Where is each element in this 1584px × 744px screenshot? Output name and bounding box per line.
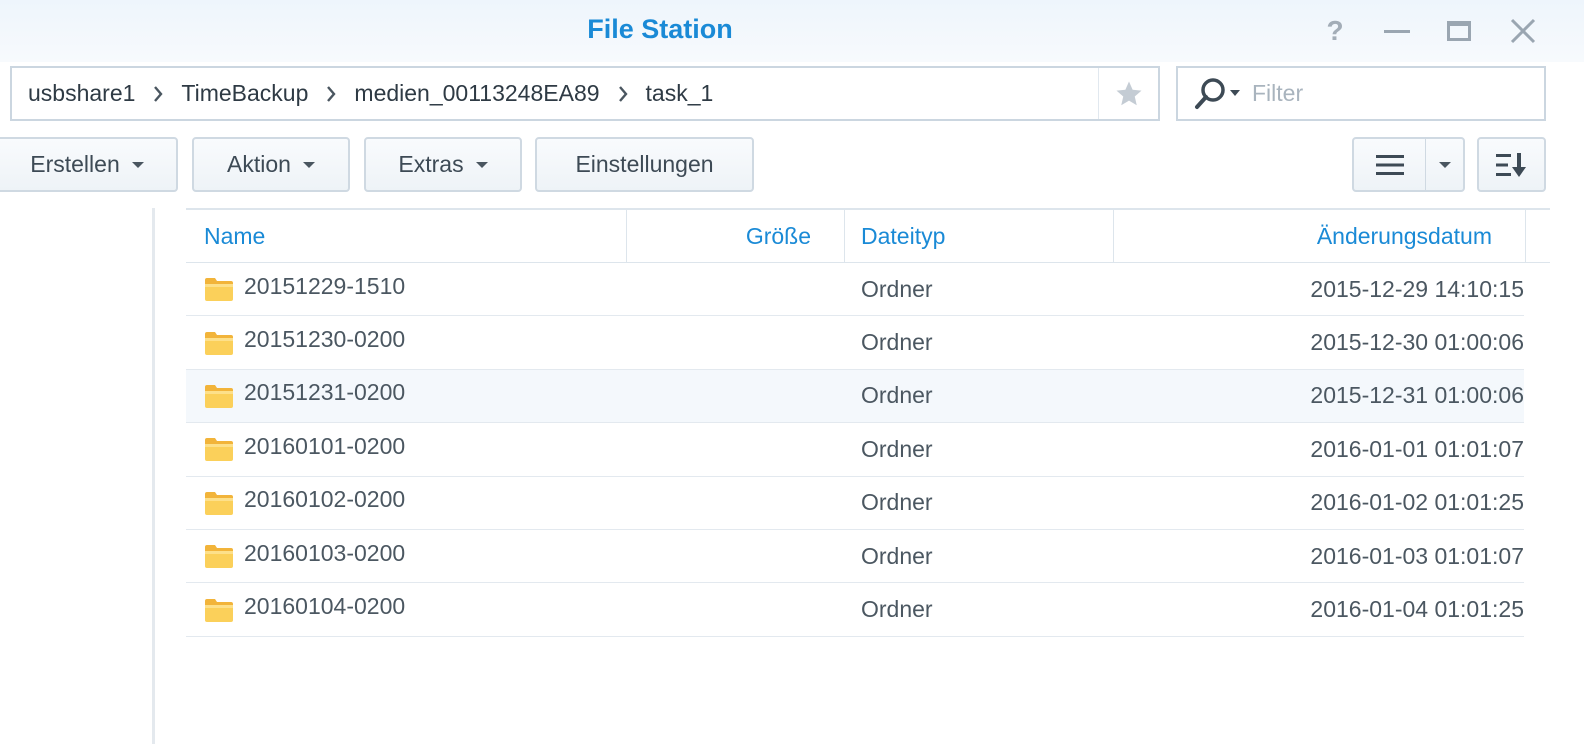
folder-icon: [204, 370, 234, 422]
file-name: 20160103-0200: [244, 539, 406, 566]
search-icon[interactable]: [1194, 77, 1242, 111]
file-list: Name Größe Dateityp Änderungsdatum 20151…: [186, 208, 1550, 637]
view-dropdown-button[interactable]: [1426, 139, 1463, 190]
view-mode-group: [1352, 137, 1465, 192]
create-button[interactable]: Erstellen: [0, 137, 178, 192]
close-icon[interactable]: [1506, 14, 1540, 48]
file-name: 20160101-0200: [244, 432, 406, 459]
file-modified: 2015-12-31 01:00:06: [1310, 382, 1524, 409]
create-label: Erstellen: [30, 151, 120, 177]
file-type: Ordner: [861, 489, 933, 516]
title-bar: File Station ?: [0, 0, 1584, 62]
file-type: Ordner: [861, 542, 933, 569]
breadcrumb-timebackup[interactable]: TimeBackup: [181, 80, 308, 107]
file-type: Ordner: [861, 382, 933, 409]
caret-down-icon: [131, 161, 144, 168]
file-type: Ordner: [861, 329, 933, 356]
extras-label: Extras: [398, 151, 464, 177]
table-row[interactable]: 20151230-0200 Ordner 2015-12-30 01:00:06: [186, 316, 1524, 370]
settings-label: Einstellungen: [575, 151, 714, 177]
table-header: Name Größe Dateityp Änderungsdatum: [186, 208, 1550, 263]
folder-icon: [204, 423, 234, 475]
column-header-modified[interactable]: Änderungsdatum: [1114, 210, 1526, 263]
filter-placeholder: Filter: [1252, 80, 1304, 106]
file-name: 20160104-0200: [244, 593, 406, 620]
folder-icon: [204, 316, 234, 368]
folder-icon: [204, 530, 234, 582]
caret-down-icon: [1438, 161, 1451, 168]
file-modified: 2016-01-02 01:01:25: [1310, 489, 1524, 516]
table-row[interactable]: 20151229-1510 Ordner 2015-12-29 14:10:15: [186, 263, 1524, 317]
breadcrumb-task[interactable]: task_1: [646, 80, 714, 107]
table-row[interactable]: 20160101-0200 Ordner 2016-01-01 01:01:07: [186, 423, 1524, 477]
file-type: Ordner: [861, 275, 933, 302]
file-type: Ordner: [861, 596, 933, 623]
folder-icon: [204, 477, 234, 529]
file-name: 20151229-1510: [244, 272, 406, 299]
sort-icon: [1495, 152, 1526, 177]
help-icon[interactable]: ?: [1318, 14, 1352, 48]
table-row[interactable]: 20160104-0200 Ordner 2016-01-04 01:01:25: [186, 583, 1524, 637]
star-icon: [1116, 81, 1141, 105]
file-name: 20151230-0200: [244, 326, 406, 353]
table-row[interactable]: 20160103-0200 Ordner 2016-01-03 01:01:07: [186, 530, 1524, 584]
table-body: 20151229-1510 Ordner 2015-12-29 14:10:15…: [186, 263, 1550, 637]
breadcrumb-usbshare1[interactable]: usbshare1: [28, 80, 135, 107]
maximize-icon[interactable]: [1442, 14, 1476, 48]
file-name: 20160102-0200: [244, 486, 406, 513]
action-label: Aktion: [227, 151, 291, 177]
chevron-right-icon: [618, 85, 628, 102]
column-header-type[interactable]: Dateityp: [845, 210, 1114, 263]
caret-down-icon: [302, 161, 315, 168]
chevron-right-icon: [326, 85, 336, 102]
folder-icon: [204, 263, 234, 315]
file-modified: 2016-01-01 01:01:07: [1310, 435, 1524, 462]
favorite-button[interactable]: [1098, 68, 1158, 119]
list-view-icon: [1375, 154, 1404, 175]
file-modified: 2016-01-04 01:01:25: [1310, 596, 1524, 623]
folder-icon: [204, 583, 234, 635]
table-row[interactable]: 20151231-0200 Ordner 2015-12-31 01:00:06: [186, 369, 1524, 424]
minimize-icon[interactable]: [1380, 14, 1414, 48]
file-name: 20151231-0200: [244, 379, 406, 406]
column-header-size[interactable]: Größe: [627, 210, 845, 263]
filter-input[interactable]: Filter: [1176, 66, 1546, 121]
window-title: File Station: [587, 14, 733, 44]
sort-button[interactable]: [1477, 137, 1546, 192]
action-button[interactable]: Aktion: [192, 137, 350, 192]
column-header-name[interactable]: Name: [186, 210, 627, 263]
breadcrumb-medien[interactable]: medien_00113248EA89: [354, 80, 599, 107]
extras-button[interactable]: Extras: [364, 137, 522, 192]
chevron-right-icon: [153, 85, 164, 102]
file-modified: 2015-12-29 14:10:15: [1310, 275, 1524, 302]
file-modified: 2015-12-30 01:00:06: [1310, 329, 1524, 356]
settings-button[interactable]: Einstellungen: [535, 137, 754, 192]
file-modified: 2016-01-03 01:01:07: [1310, 542, 1524, 569]
file-type: Ordner: [861, 435, 933, 462]
left-panel: [0, 208, 155, 744]
caret-down-icon: [475, 161, 488, 168]
path-bar[interactable]: usbshare1 TimeBackup medien_00113248EA89…: [10, 66, 1160, 121]
list-view-button[interactable]: [1354, 139, 1426, 190]
table-row[interactable]: 20160102-0200 Ordner 2016-01-02 01:01:25: [186, 477, 1524, 530]
